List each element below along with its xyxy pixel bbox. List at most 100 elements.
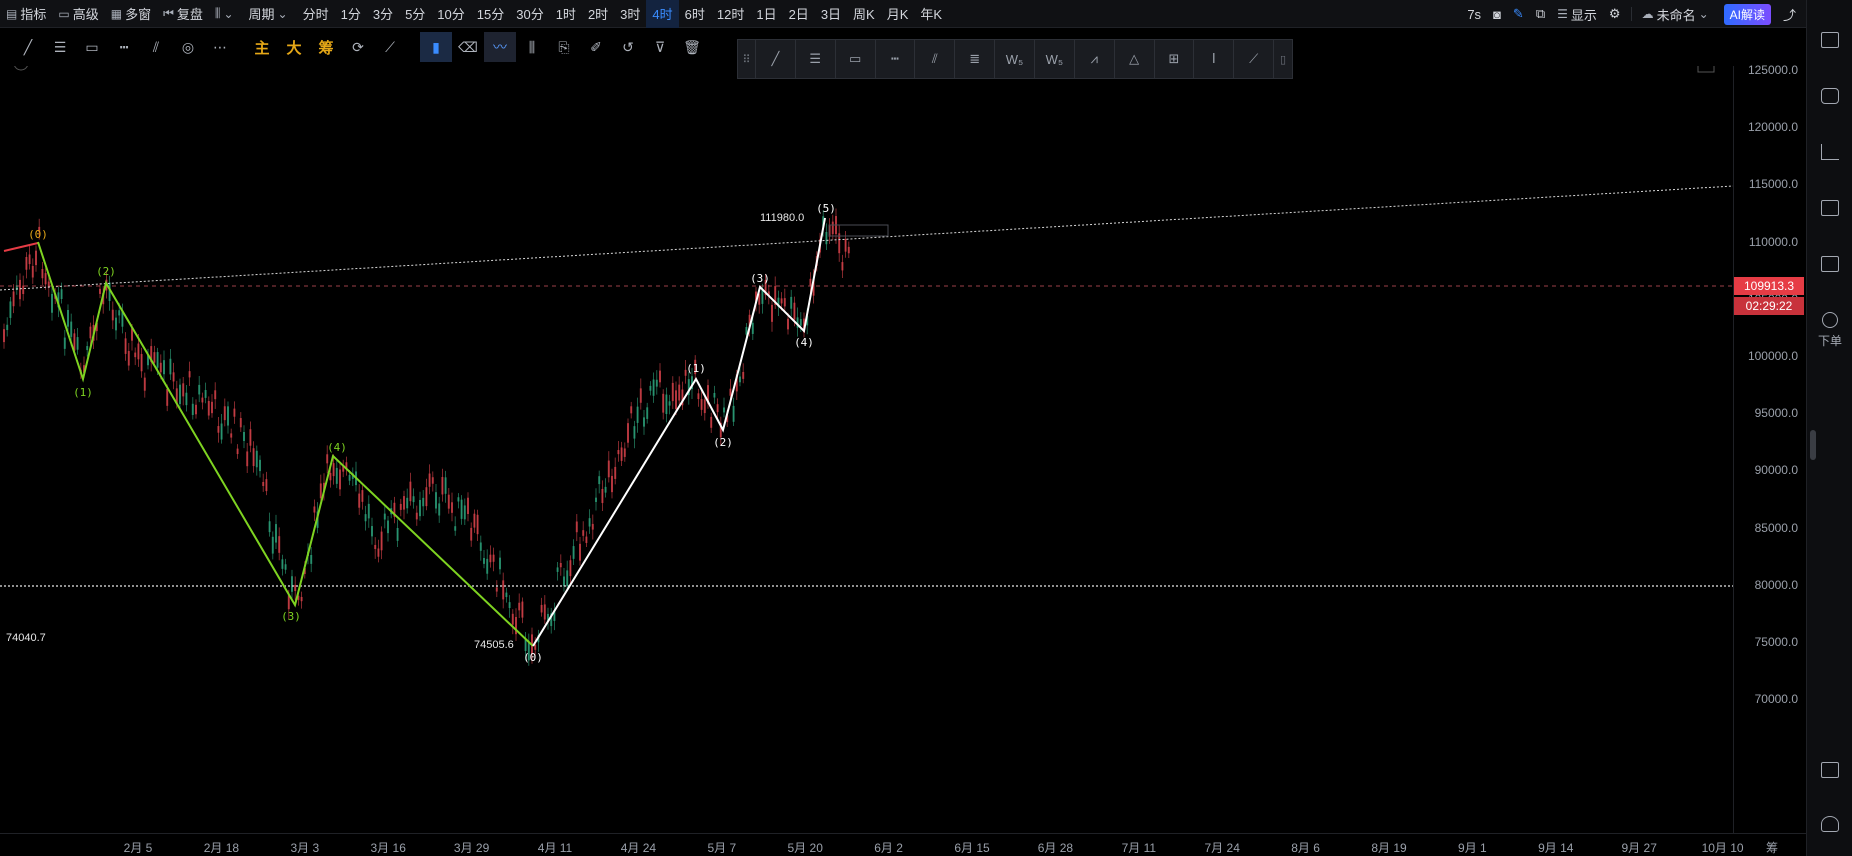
interval-tab[interactable]: 月K	[881, 0, 915, 28]
pen-icon[interactable]: ✎	[1507, 0, 1530, 28]
indicators-button[interactable]: ▤ 指标	[0, 0, 52, 28]
selection-box[interactable]	[828, 224, 889, 237]
time-tick: 8月 19	[1371, 841, 1407, 855]
refresh-interval[interactable]: 7s	[1461, 0, 1487, 28]
interval-tab[interactable]: 1日	[750, 0, 782, 28]
interval-tab[interactable]: 1时	[550, 0, 582, 28]
interval-tab[interactable]: 分时	[297, 0, 335, 28]
interval-tab[interactable]: 3分	[367, 0, 399, 28]
interval-tab[interactable]: 12时	[711, 0, 750, 28]
time-tick: 9月 27	[1621, 841, 1657, 855]
camera-icon[interactable]: ◙	[1487, 0, 1507, 28]
price-range-icon[interactable]: ┅	[108, 32, 140, 62]
candle-body	[569, 560, 572, 577]
candle-icon[interactable]: ⫼	[516, 32, 548, 62]
candle-body	[12, 291, 15, 307]
candle-body	[367, 503, 370, 519]
period-button[interactable]: 周期 ⌄	[243, 0, 297, 28]
candle-body	[486, 558, 489, 574]
candle-body	[627, 423, 629, 443]
price-tick: 125000.0	[1747, 63, 1798, 77]
asset-icon[interactable]	[1807, 88, 1852, 104]
big-order-toggle[interactable]: 大	[278, 32, 310, 62]
place-order-button[interactable]: 下单	[1807, 312, 1852, 349]
candle-body	[134, 352, 137, 358]
multi-window-button[interactable]: ▦ 多窗	[105, 0, 157, 28]
interval-tab[interactable]: 1分	[335, 0, 367, 28]
interval-tab[interactable]: 3时	[614, 0, 646, 28]
settings-icon[interactable]: ⚙	[1603, 0, 1627, 28]
main-chart-toggle[interactable]: 主	[246, 32, 278, 62]
magnet-icon[interactable]: ↺	[612, 32, 644, 62]
filter-icon[interactable]: ⊽	[644, 32, 676, 62]
fib-tool-icon[interactable]: ⫽	[140, 32, 172, 62]
candle-body	[70, 321, 73, 337]
candle-body	[246, 451, 249, 467]
interval-tab[interactable]: 4时	[646, 0, 679, 28]
circle-tool-icon[interactable]: ◎	[172, 32, 204, 62]
watchlist-icon[interactable]	[1807, 32, 1852, 48]
price-chart[interactable]: (0) (1) (2) (3) (4) (0) (1) (2) (3) (4) …	[0, 66, 1733, 833]
time-tick: 2月 18	[203, 841, 240, 855]
trend-line[interactable]	[0, 185, 1733, 291]
candle-body	[67, 309, 69, 327]
display-button[interactable]: ☰ 显示	[1551, 0, 1603, 28]
orderbook-icon[interactable]	[1807, 200, 1852, 216]
support-icon[interactable]	[1807, 816, 1852, 832]
layout-icon[interactable]	[1807, 762, 1852, 778]
candle-body	[348, 475, 351, 481]
more-tools-icon[interactable]: ⋯	[204, 32, 236, 62]
layout-select[interactable]: ☁ 未命名 ⌄	[1636, 0, 1718, 28]
etf-icon[interactable]	[1807, 256, 1852, 272]
sidebar-collapse-handle[interactable]	[1807, 430, 1852, 460]
sync-icon[interactable]: ⟳	[342, 32, 374, 62]
time-axis[interactable]: 2月 5 2月 18 3月 3 3月 16 3月 29 4月 11 4月 24 5月 7 5月 …	[0, 833, 1806, 856]
interval-tab[interactable]: 6时	[679, 0, 711, 28]
measure-icon[interactable]: ⟋	[374, 32, 406, 62]
candle-body	[540, 604, 543, 613]
candle-body	[483, 557, 485, 564]
eraser-icon[interactable]: ⌫	[452, 32, 484, 62]
note-icon[interactable]: ✐	[580, 32, 612, 62]
candle-body	[511, 613, 514, 625]
interval-tab[interactable]: 30分	[510, 0, 549, 28]
interval-tab[interactable]: 周K	[847, 0, 881, 28]
edit-icon[interactable]: ⧉	[1530, 0, 1551, 28]
candle-body	[463, 505, 466, 520]
price-axis[interactable]: 125000.0120000.0115000.0110000.0105000.0…	[1733, 63, 1806, 833]
interval-tab[interactable]: 15分	[471, 0, 510, 28]
ai-interpret-button[interactable]: AI解读	[1723, 3, 1771, 25]
candle-body	[422, 497, 425, 507]
line-tool-icon[interactable]: ╱	[12, 32, 44, 62]
interval-tab[interactable]: 5分	[399, 0, 431, 28]
interval-tab[interactable]: 3日	[815, 0, 847, 28]
collapse-panel-icon[interactable]	[14, 66, 28, 71]
analytics-icon[interactable]	[1807, 144, 1852, 160]
wave-label-w2: (2)	[713, 436, 733, 449]
wave-tool-icon[interactable]: 〰	[484, 32, 516, 62]
chart-type-button[interactable]: ⫼ ⌄	[209, 0, 243, 28]
candle-body	[204, 390, 207, 398]
time-tick: 4月 11	[537, 841, 573, 855]
trash-icon[interactable]: 🗑	[676, 32, 708, 62]
candle-body	[598, 476, 601, 485]
interval-tab[interactable]: 年K	[914, 0, 948, 28]
chip-toggle[interactable]: 筹	[310, 32, 342, 62]
time-tick: 6月 2	[874, 841, 903, 855]
candle-body	[332, 463, 335, 477]
interval-tab[interactable]: 2日	[783, 0, 815, 28]
expand-icon[interactable]	[1697, 66, 1715, 73]
share-icon[interactable]: ⤴	[1777, 0, 1806, 28]
copy-icon[interactable]: ⎘	[548, 32, 580, 62]
candle-body	[659, 370, 661, 383]
horizontal-lines-icon[interactable]: ☰	[44, 32, 76, 62]
advanced-button[interactable]: ▭ 高级	[52, 0, 104, 28]
rectangle-tool-icon[interactable]: ▭	[76, 32, 108, 62]
interval-tab[interactable]: 10分	[431, 0, 470, 28]
white-wave-path[interactable]	[532, 217, 826, 647]
candle-body	[435, 492, 437, 509]
interval-tab[interactable]: 2时	[582, 0, 614, 28]
candle-body	[127, 351, 130, 366]
bookmark-icon[interactable]: ▮	[420, 32, 452, 62]
restore-button[interactable]: ⏮ 复盘	[157, 0, 209, 28]
